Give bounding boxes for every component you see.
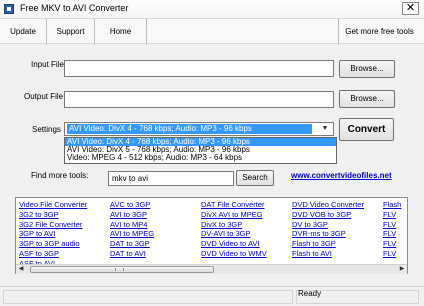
status-bar xyxy=(0,286,424,306)
tool-link[interactable]: FLV xyxy=(383,220,401,230)
output-browse-button[interactable]: Browse... xyxy=(339,90,395,108)
tool-link[interactable]: DVD Video to AVI xyxy=(201,239,267,249)
tool-link[interactable]: 3G2 File Converter xyxy=(19,220,87,230)
output-file-field[interactable] xyxy=(64,91,334,108)
tool-link[interactable]: DAT to AVI xyxy=(110,249,154,259)
tool-link[interactable]: DAT File Converter xyxy=(201,200,267,210)
tool-link[interactable]: DV to 3GP xyxy=(292,220,364,230)
scroll-thumb[interactable] xyxy=(30,266,214,273)
horizontal-scrollbar[interactable]: ◀ ▶ xyxy=(16,264,407,274)
links-column-2: AVC to 3GP AVI to 3GP AVI to MP4 AVI to … xyxy=(110,200,154,259)
support-button[interactable]: Support xyxy=(47,19,95,45)
tool-link[interactable]: Flash to 3GP xyxy=(292,239,364,249)
chevron-down-icon[interactable]: ▼ xyxy=(319,124,331,134)
close-button[interactable]: ✕ xyxy=(402,2,419,15)
search-input[interactable]: mkv to avi xyxy=(108,171,234,186)
tool-link[interactable]: Flash xyxy=(383,200,401,210)
settings-options-list: AVI Video: DivX 4 - 768 kbps; Audio: MP3… xyxy=(64,137,337,164)
tool-link[interactable]: DV-AVI to 3GP xyxy=(201,229,267,239)
tool-link[interactable]: DVD VOB to 3GP xyxy=(292,210,364,220)
tool-link[interactable]: FLV xyxy=(383,249,401,259)
scroll-right-icon[interactable]: ▶ xyxy=(397,265,407,274)
tool-link[interactable]: FLV xyxy=(383,239,401,249)
tool-link[interactable]: 3GP to AVI xyxy=(19,229,87,239)
tool-link[interactable]: DAT to 3GP xyxy=(110,239,154,249)
input-file-field[interactable] xyxy=(64,60,334,77)
tool-link[interactable]: AVI to 3GP xyxy=(110,210,154,220)
status-pane-left xyxy=(3,290,293,304)
website-link[interactable]: www.convertvideofiles.net xyxy=(291,171,392,180)
scroll-left-icon[interactable]: ◀ xyxy=(16,265,26,274)
tool-link[interactable]: Flash to AVI xyxy=(292,249,364,259)
tool-link[interactable]: DivX to 3GP xyxy=(201,220,267,230)
links-column-4: DVD Video Converter DVD VOB to 3GP DV to… xyxy=(292,200,364,259)
links-column-1: Video File Converter 3G2 to 3GP 3G2 File… xyxy=(19,200,87,269)
tool-link[interactable]: FLV xyxy=(383,210,401,220)
title-bar: Free MKV to AVI Converter ✕ xyxy=(0,0,424,18)
get-more-tools-button[interactable]: Get more free tools xyxy=(338,19,420,45)
toolbar: Update Support Home Get more free tools xyxy=(0,18,424,45)
tool-link[interactable]: DVD Video to WMV xyxy=(201,249,267,259)
input-file-label: Input File xyxy=(31,60,64,69)
window-title: Free MKV to AVI Converter xyxy=(20,3,129,13)
tool-link[interactable]: Video File Converter xyxy=(19,200,87,210)
tool-link[interactable]: 3GP to 3GP audio xyxy=(19,239,87,249)
settings-dropdown[interactable]: AVI Video: DivX 4 - 768 kbps; Audio: MP3… xyxy=(64,122,334,136)
app-icon xyxy=(4,4,14,14)
links-column-5: Flash FLV FLV FLV FLV FLV xyxy=(383,200,401,259)
input-browse-button[interactable]: Browse... xyxy=(339,60,395,78)
settings-label: Settings xyxy=(32,125,61,134)
update-button[interactable]: Update xyxy=(0,19,47,45)
home-button[interactable]: Home xyxy=(95,19,147,45)
convert-button[interactable]: Convert xyxy=(339,118,394,141)
tool-link[interactable]: 3G2 to 3GP xyxy=(19,210,87,220)
tool-link[interactable]: DVD Video Converter xyxy=(292,200,364,210)
find-tools-label: Find more tools: xyxy=(31,171,89,180)
status-text: Ready xyxy=(298,289,322,298)
tools-links-panel: Video File Converter 3G2 to 3GP 3G2 File… xyxy=(15,197,408,274)
settings-selected-value: AVI Video: DivX 4 - 768 kbps; Audio: MP3… xyxy=(67,124,312,134)
tool-link[interactable]: DivX AVI to MPEG xyxy=(201,210,267,220)
settings-option[interactable]: Video: MPEG 4 - 512 kbps; Audio: MP3 - 6… xyxy=(65,154,336,162)
tool-link[interactable]: FLV xyxy=(383,229,401,239)
grip-icon xyxy=(114,268,124,271)
tool-link[interactable]: ASF to 3GP xyxy=(19,249,87,259)
output-file-label: Output File xyxy=(24,92,64,101)
tool-link[interactable]: DVR-ms to 3GP xyxy=(292,229,364,239)
tool-link[interactable]: AVI to MP4 xyxy=(110,220,154,230)
tool-link[interactable]: AVC to 3GP xyxy=(110,200,154,210)
search-button[interactable]: Search xyxy=(236,170,274,186)
links-column-3: DAT File Converter DivX AVI to MPEG DivX… xyxy=(201,200,267,259)
tool-link[interactable]: AVI to MPEG xyxy=(110,229,154,239)
